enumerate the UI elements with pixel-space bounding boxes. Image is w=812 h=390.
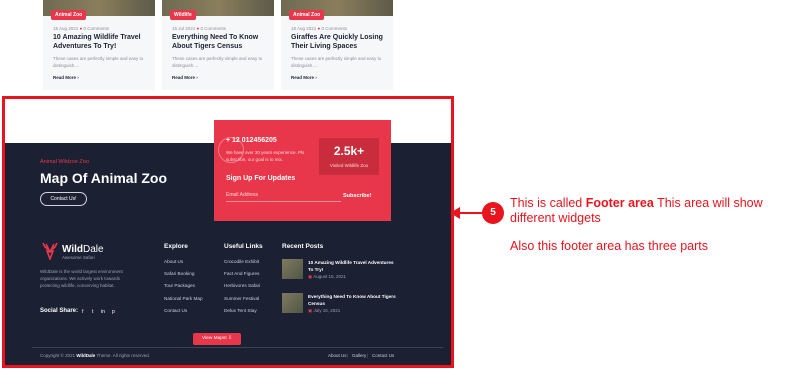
step-badge: 5 <box>482 202 504 224</box>
blog-card[interactable]: Animal Zoo 18 Aug 2021 ● 0 Comments 10 A… <box>43 0 155 90</box>
arrow-right-icon: › <box>196 75 198 80</box>
post-meta: 16 Jul 2021 ● 0 Comments <box>172 26 227 31</box>
blog-card[interactable]: Wildlife 16 Jul 2021 ● 0 Comments Everyt… <box>162 0 274 90</box>
post-excerpt: These cases are perfectly simple and eas… <box>172 56 263 68</box>
arrow-line <box>459 212 483 214</box>
post-meta: 18 Aug 2021 ● 0 Comments <box>291 26 348 31</box>
post-title[interactable]: Giraffes Are Quickly Losing Their Living… <box>291 33 387 51</box>
blog-card[interactable]: Animal Zoo 18 Aug 2021 ● 0 Comments Gira… <box>281 0 393 90</box>
arrow-right-icon: › <box>315 75 317 80</box>
post-excerpt: These cases are perfectly simple and eas… <box>291 56 382 68</box>
category-tag[interactable]: Wildlife <box>170 10 196 20</box>
post-meta: 18 Aug 2021 ● 0 Comments <box>53 26 110 31</box>
page: Animal Zoo 18 Aug 2021 ● 0 Comments 10 A… <box>0 0 812 390</box>
category-tag[interactable]: Animal Zoo <box>289 10 325 20</box>
post-excerpt: These cases are perfectly simple and eas… <box>53 56 144 68</box>
annotation-line-3: Also this footer area has three parts <box>510 239 709 253</box>
post-title[interactable]: Everything Need To Know About Tigers Cen… <box>172 33 268 51</box>
arrow-right-icon: › <box>77 75 79 80</box>
category-tag[interactable]: Animal Zoo <box>51 10 87 20</box>
annotation-line-2: different widgets <box>510 211 601 225</box>
post-title[interactable]: 10 Amazing Wildlife Travel Adventures To… <box>53 33 149 51</box>
read-more-link[interactable]: Read More › <box>172 75 198 80</box>
annotation-line-1: This is called Footer area This area wil… <box>510 196 763 210</box>
footer-highlight-frame <box>2 96 454 368</box>
read-more-link[interactable]: Read More › <box>291 75 317 80</box>
read-more-link[interactable]: Read More › <box>53 75 79 80</box>
